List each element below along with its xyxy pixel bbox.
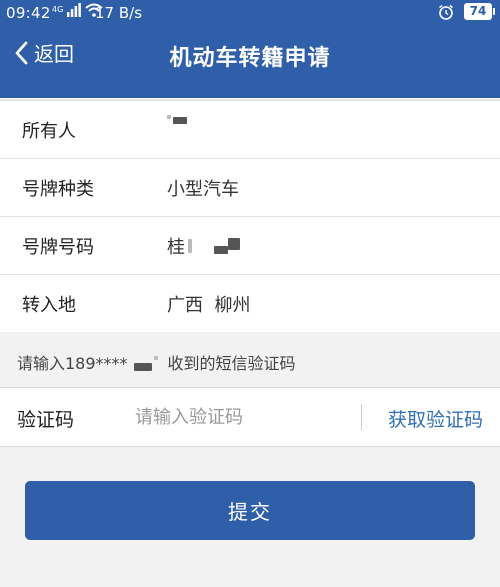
network-type-label: 4G <box>52 5 64 14</box>
redacted-mark <box>188 239 192 253</box>
verification-code-row: 验证码 获取验证码 <box>0 388 500 447</box>
page-title: 机动车转籍申请 <box>169 46 331 71</box>
header-bar: 09:42 4G 17 B/s 74 返回 机动车转籍申请 <box>0 0 500 98</box>
redacted-mark <box>214 246 228 254</box>
network-speed: 17 B/s <box>95 4 143 22</box>
nav-bar: 返回 机动车转籍申请 <box>0 28 500 86</box>
destination-value: 广西 柳州 <box>167 295 251 316</box>
redacted-mark <box>167 114 171 119</box>
plate-number-label: 号牌号码 <box>22 237 94 258</box>
get-code-button[interactable]: 获取验证码 <box>388 405 483 432</box>
plate-type-row: 号牌种类 小型汽车 <box>0 159 500 217</box>
owner-label: 所有人 <box>22 121 76 142</box>
verification-code-label: 验证码 <box>17 409 75 431</box>
redacted-mark <box>153 356 158 360</box>
plate-type-label: 号牌种类 <box>22 179 94 200</box>
destination-row: 转入地 广西 柳州 <box>0 275 500 332</box>
redacted-mark <box>228 238 240 250</box>
destination-label: 转入地 <box>22 295 76 316</box>
sms-hint-prefix: 请输入189**** <box>17 354 128 373</box>
redacted-mark <box>133 363 152 371</box>
alarm-icon <box>439 4 453 20</box>
vehicle-info-list: 所有人 号牌种类 小型汽车 号牌号码 桂 转入地 广西 柳州 <box>0 100 500 333</box>
sms-hint: 请输入189**** 收到的短信验证码 <box>17 350 296 374</box>
owner-row: 所有人 <box>0 101 500 159</box>
plate-number-row: 号牌号码 桂 <box>0 217 500 275</box>
status-right: 74 <box>438 3 495 20</box>
redacted-mark <box>173 117 187 124</box>
owner-value <box>167 114 187 124</box>
status-time: 09:42 <box>6 4 51 22</box>
submit-button[interactable]: 提交 <box>25 481 475 540</box>
battery-icon: 74 <box>464 3 495 20</box>
plate-type-value: 小型汽车 <box>167 179 239 200</box>
signal-icon <box>67 3 82 17</box>
verification-code-input[interactable] <box>135 398 350 436</box>
status-bar: 09:42 4G 17 B/s 74 <box>0 0 500 28</box>
sms-hint-suffix: 收到的短信验证码 <box>167 354 296 373</box>
divider <box>361 404 362 430</box>
plate-number-value: 桂 <box>167 233 240 259</box>
sms-hint-bar: 请输入189**** 收到的短信验证码 <box>0 332 500 388</box>
